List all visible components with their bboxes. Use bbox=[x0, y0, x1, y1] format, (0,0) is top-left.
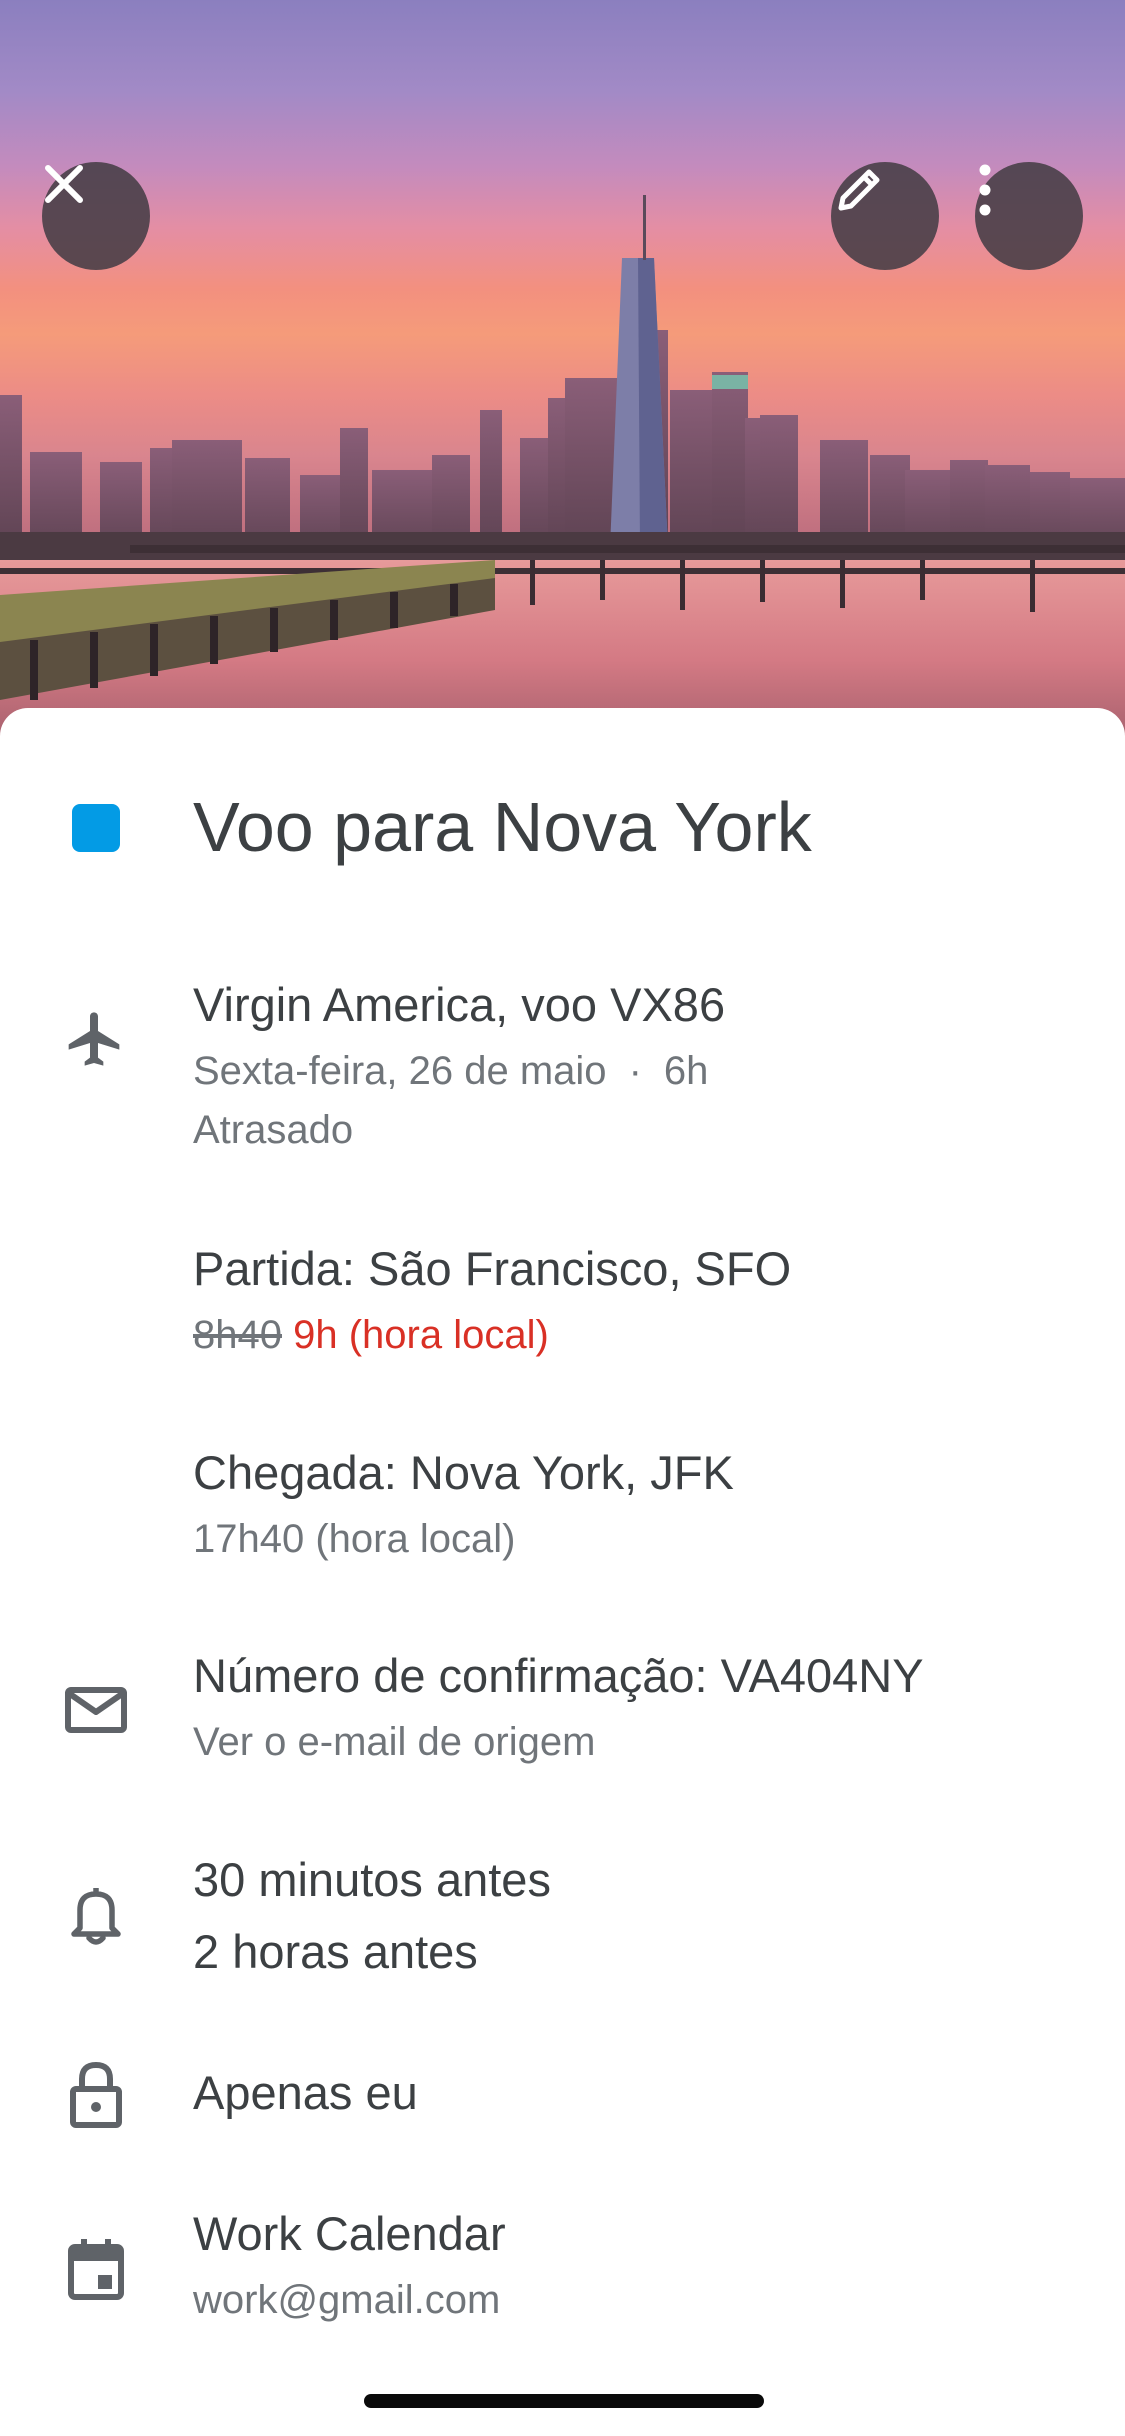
calendar-icon bbox=[62, 2235, 130, 2303]
flight-duration: 6h bbox=[663, 1049, 709, 1093]
bell-icon bbox=[62, 1880, 130, 1948]
visibility-label: Apenas eu bbox=[193, 2066, 418, 2119]
departure-original-time: 8h40 bbox=[193, 1313, 282, 1357]
more-options-button[interactable] bbox=[975, 162, 1083, 270]
departure-label: Partida: São Francisco, SFO bbox=[193, 1242, 792, 1295]
calendar-name: Work Calendar bbox=[193, 2207, 506, 2260]
flight-date: Sexta-feira, 26 de maio bbox=[193, 1049, 607, 1093]
edit-button[interactable] bbox=[831, 162, 939, 270]
separator-dot: · bbox=[628, 1049, 642, 1093]
pencil-icon bbox=[838, 169, 880, 211]
notification-item[interactable]: 30 minutos antes bbox=[193, 1850, 551, 1910]
confirmation-number: Número de confirmação: VA404NY bbox=[193, 1649, 924, 1702]
airplane-icon bbox=[60, 1005, 128, 1073]
notification-item[interactable]: 2 horas antes bbox=[193, 1922, 478, 1982]
more-vert-icon bbox=[979, 164, 991, 216]
flight-date-duration: Sexta-feira, 26 de maio · 6h bbox=[193, 1044, 708, 1098]
arrival-time: 17h40 (hora local) bbox=[193, 1517, 516, 1561]
flight-airline-number: Virgin America, voo VX86 bbox=[193, 978, 726, 1031]
departure-new-time: 9h (hora local) bbox=[293, 1313, 549, 1357]
header-image bbox=[0, 0, 1125, 760]
close-icon bbox=[45, 165, 83, 203]
close-button[interactable] bbox=[42, 162, 150, 270]
flight-status: Atrasado bbox=[193, 1108, 354, 1152]
view-source-email-link[interactable]: Ver o e-mail de origem bbox=[193, 1715, 595, 1769]
calendar-account: work@gmail.com bbox=[193, 2278, 501, 2322]
departure-time: 8h40 9h (hora local) bbox=[193, 1308, 549, 1362]
lock-icon bbox=[62, 2061, 130, 2129]
arrival-label: Chegada: Nova York, JFK bbox=[193, 1446, 734, 1499]
mail-icon bbox=[62, 1676, 130, 1744]
event-details-sheet bbox=[0, 708, 1125, 2436]
home-indicator[interactable] bbox=[364, 2394, 764, 2408]
calendar-color-indicator bbox=[72, 804, 120, 852]
event-title: Voo para Nova York bbox=[193, 788, 812, 866]
city-skyline-illustration bbox=[0, 195, 1125, 760]
